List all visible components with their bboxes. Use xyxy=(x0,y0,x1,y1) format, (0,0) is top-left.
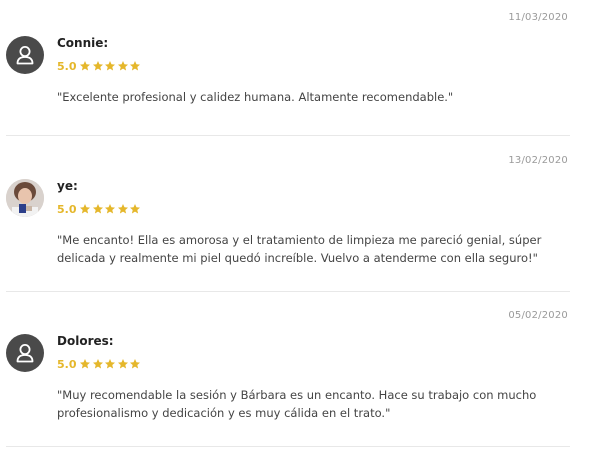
review-rating: 5.0 xyxy=(57,58,141,74)
rating-value: 5.0 xyxy=(57,59,77,73)
user-avatar-icon xyxy=(6,334,44,372)
star-icon xyxy=(117,61,128,71)
review-item: 05/02/2020 Dolores: 5.0 "Muy recomendabl… xyxy=(0,298,592,454)
rating-value: 5.0 xyxy=(57,202,77,216)
star-icon xyxy=(105,61,115,71)
star-icon xyxy=(117,204,128,214)
divider xyxy=(6,135,570,136)
review-author: Dolores: xyxy=(57,334,114,348)
review-date: 11/03/2020 xyxy=(508,12,568,23)
review-author: ye: xyxy=(57,179,78,193)
user-photo-avatar xyxy=(6,179,44,217)
review-rating: 5.0 xyxy=(57,356,141,372)
divider xyxy=(6,446,570,447)
rating-stars xyxy=(79,358,142,370)
review-text: "Muy recomendable la sesión y Bárbara es… xyxy=(57,388,537,420)
star-icon xyxy=(92,359,103,369)
star-icon xyxy=(92,61,103,71)
star-icon xyxy=(105,204,115,214)
user-avatar-icon xyxy=(6,36,44,74)
star-icon xyxy=(80,359,90,369)
star-icon xyxy=(92,204,103,214)
star-icon xyxy=(130,61,140,71)
rating-stars xyxy=(79,60,142,72)
review-author: Connie: xyxy=(57,36,109,50)
star-icon xyxy=(117,359,128,369)
review-text: "Excelente profesional y calidez humana.… xyxy=(57,90,454,104)
star-icon xyxy=(130,204,140,214)
rating-value: 5.0 xyxy=(57,357,77,371)
review-date: 05/02/2020 xyxy=(508,310,568,321)
star-icon xyxy=(80,204,90,214)
star-icon xyxy=(80,61,90,71)
review-rating: 5.0 xyxy=(57,201,141,217)
review-item: 13/02/2020 ye: 5.0 "Me encanto! Ella es … xyxy=(0,143,592,299)
divider xyxy=(6,291,570,292)
star-icon xyxy=(105,359,115,369)
rating-stars xyxy=(79,203,142,215)
review-date: 13/02/2020 xyxy=(508,155,568,166)
review-item: 11/03/2020 Connie: 5.0 "Excelente profes… xyxy=(0,0,592,156)
star-icon xyxy=(130,359,140,369)
review-text: "Me encanto! Ella es amorosa y el tratam… xyxy=(57,233,542,265)
